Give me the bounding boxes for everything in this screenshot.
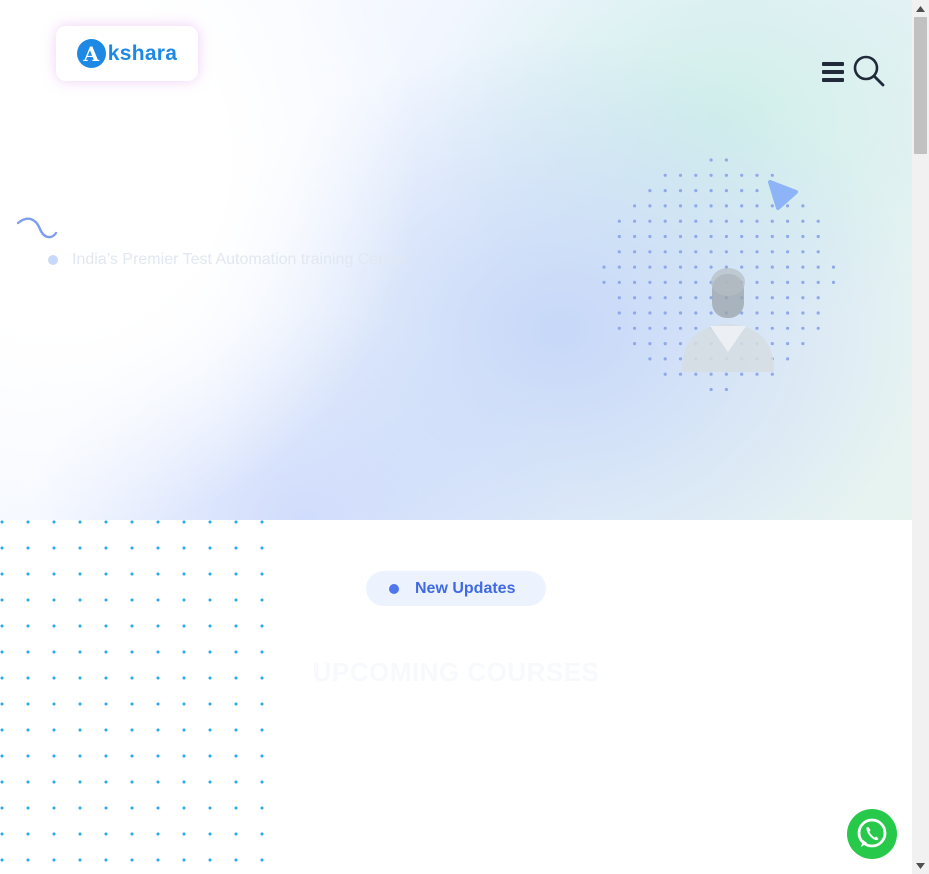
vertical-scrollbar[interactable] — [912, 0, 929, 874]
updates-label: New Updates — [415, 579, 516, 597]
instructor-photo — [682, 268, 774, 372]
squiggle-icon — [16, 217, 58, 239]
scroll-up-arrow-icon[interactable] — [912, 0, 929, 17]
search-icon[interactable] — [852, 54, 886, 88]
play-icon — [768, 180, 798, 210]
new-updates-badge: New Updates — [366, 571, 546, 606]
dot-pattern-left — [0, 520, 270, 874]
logo-text: kshara — [107, 41, 178, 65]
hamburger-icon[interactable] — [822, 60, 844, 84]
whatsapp-icon[interactable] — [847, 809, 897, 859]
scroll-down-arrow-icon[interactable] — [912, 857, 929, 874]
scrollbar-thumb[interactable] — [914, 17, 927, 154]
hero-tagline: India’s Premier Test Automation training… — [48, 251, 406, 269]
tagline-dot — [48, 255, 58, 265]
page: A kshara India’s Premier Test Automation… — [0, 0, 912, 874]
logo-badge: A — [76, 39, 106, 68]
hero-section: A kshara India’s Premier Test Automation… — [0, 0, 912, 520]
site-logo[interactable]: A kshara — [56, 26, 198, 81]
tagline-text: India’s Premier Test Automation training… — [72, 251, 406, 268]
section-title: UPCOMING COURSES — [312, 657, 600, 687]
updates-dot — [389, 583, 399, 594]
